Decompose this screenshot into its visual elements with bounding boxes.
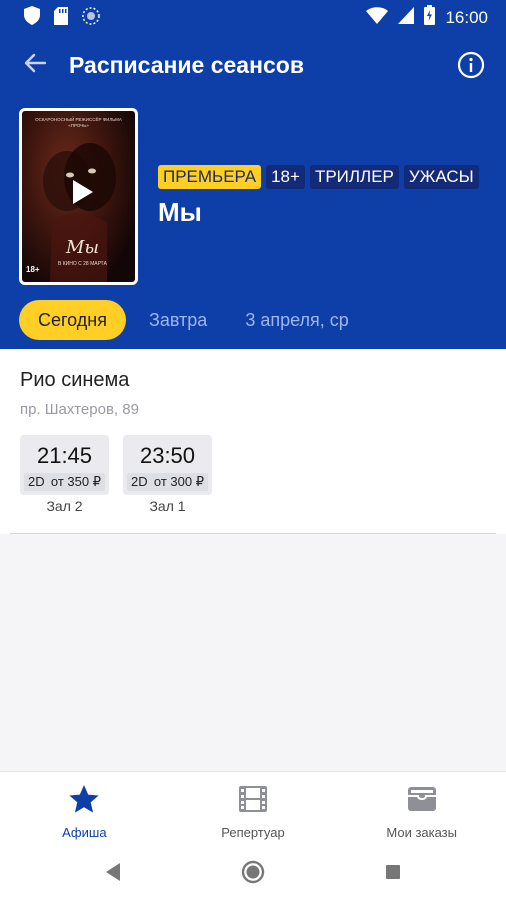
signal-icon <box>398 6 415 29</box>
nav-my-orders-label: Мои заказы <box>386 825 457 840</box>
nav-repertoire[interactable]: Репертуар <box>169 772 338 848</box>
system-back-button[interactable] <box>99 860 127 888</box>
cinema-address: пр. Шахтеров, 89 <box>20 401 139 418</box>
play-trailer-button[interactable] <box>66 177 96 207</box>
poster-image: ОСКАРОНОСНЫЙ РЕЖИССЁР ФИЛЬМА «ПРОЧЬ» Мы … <box>22 111 135 282</box>
divider <box>10 533 496 534</box>
bottom-navigation: Афиша Репертуар Мои заказы <box>0 771 506 848</box>
tag-genre-thriller: ТРИЛЛЕР <box>309 165 399 189</box>
triangle-back-icon <box>104 862 122 887</box>
star-icon <box>68 784 100 819</box>
info-icon <box>456 51 486 84</box>
poster-release-date: В КИНО С 28 МАРТА <box>58 261 107 267</box>
session-button[interactable]: 23:50 2D от 300 ₽ <box>123 435 212 495</box>
tag-genre-horror: УЖАСЫ <box>403 165 479 189</box>
session-time: 23:50 <box>139 443 196 468</box>
film-icon <box>237 784 269 819</box>
movie-title: Мы <box>158 197 202 227</box>
session-item[interactable]: 21:45 2D от 350 ₽ Зал 2 <box>20 435 109 514</box>
circle-home-icon <box>240 859 266 890</box>
sd-card-icon <box>54 6 68 30</box>
cinema-card: Рио синема пр. Шахтеров, 89 21:45 2D от … <box>0 349 506 534</box>
session-hall: Зал 1 <box>149 498 186 514</box>
session-price: от 350 ₽ <box>50 474 101 489</box>
system-recents-button[interactable] <box>379 860 407 888</box>
session-item[interactable]: 23:50 2D от 300 ₽ Зал 1 <box>123 435 212 514</box>
arrow-left-icon <box>23 53 47 78</box>
date-tab-today[interactable]: Сегодня <box>19 300 126 340</box>
poster-title-text: Мы <box>66 237 100 258</box>
date-selector: Сегодня Завтра 3 апреля, ср <box>19 300 368 340</box>
session-format: 2D <box>28 474 45 489</box>
wifi-icon <box>366 6 389 29</box>
session-time: 21:45 <box>36 443 93 468</box>
play-icon <box>66 180 96 211</box>
status-bar: 16:00 <box>0 0 506 32</box>
nav-my-orders[interactable]: Мои заказы <box>337 772 506 848</box>
nav-afisha[interactable]: Афиша <box>0 772 169 848</box>
cinema-name[interactable]: Рио синема <box>20 369 129 392</box>
movie-poster[interactable]: ОСКАРОНОСНЫЙ РЕЖИССЁР ФИЛЬМА «ПРОЧЬ» Мы … <box>19 108 138 285</box>
poster-age-rating: 18+ <box>26 265 40 274</box>
toolbar: Расписание сеансов <box>0 40 506 90</box>
nav-repertoire-label: Репертуар <box>221 825 285 840</box>
system-navigation-bar <box>0 848 506 900</box>
session-details: 2D от 350 ₽ <box>24 473 105 491</box>
tag-age-rating: 18+ <box>266 165 305 189</box>
session-price: от 300 ₽ <box>153 474 204 489</box>
battery-icon <box>424 5 436 30</box>
square-recents-icon <box>384 863 402 886</box>
status-time: 16:00 <box>445 7 488 27</box>
session-details: 2D от 300 ₽ <box>127 473 208 491</box>
wallet-icon <box>406 784 438 819</box>
date-tab-april-3[interactable]: 3 апреля, ср <box>226 300 367 340</box>
date-tab-tomorrow[interactable]: Завтра <box>126 300 226 340</box>
sync-icon <box>82 6 100 30</box>
back-button[interactable] <box>18 50 52 80</box>
session-hall: Зал 2 <box>46 498 83 514</box>
page-title: Расписание сеансов <box>69 52 304 78</box>
nav-afisha-label: Афиша <box>62 825 107 840</box>
movie-tags: ПРЕМЬЕРА 18+ ТРИЛЛЕР УЖАСЫ <box>158 165 479 189</box>
session-format: 2D <box>131 474 148 489</box>
tag-premiere: ПРЕМЬЕРА <box>158 165 262 189</box>
info-button[interactable] <box>456 50 486 80</box>
header: 16:00 Расписание сеансов ОСКАРОНОСНЫЙ РЕ… <box>0 0 506 349</box>
shield-icon <box>24 6 40 30</box>
session-button[interactable]: 21:45 2D от 350 ₽ <box>20 435 109 495</box>
system-home-button[interactable] <box>239 860 267 888</box>
